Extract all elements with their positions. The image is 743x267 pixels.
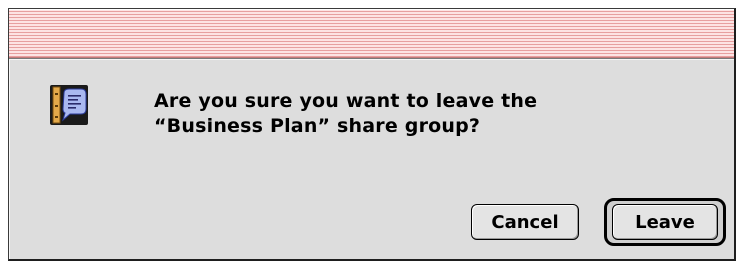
dialog-content: Are you sure you want to leave the “Busi… bbox=[9, 59, 734, 259]
cancel-button[interactable]: Cancel bbox=[471, 204, 579, 240]
leave-button[interactable]: Leave bbox=[612, 204, 718, 240]
alert-message-line-2: “Business Plan” share group? bbox=[154, 115, 481, 137]
share-group-document-icon bbox=[50, 85, 88, 125]
dialog-title-bar[interactable] bbox=[9, 9, 734, 59]
alert-message: Are you sure you want to leave the “Busi… bbox=[154, 89, 674, 139]
alert-message-line-1: Are you sure you want to leave the bbox=[154, 90, 538, 112]
alert-dialog: Are you sure you want to leave the “Busi… bbox=[8, 8, 736, 261]
